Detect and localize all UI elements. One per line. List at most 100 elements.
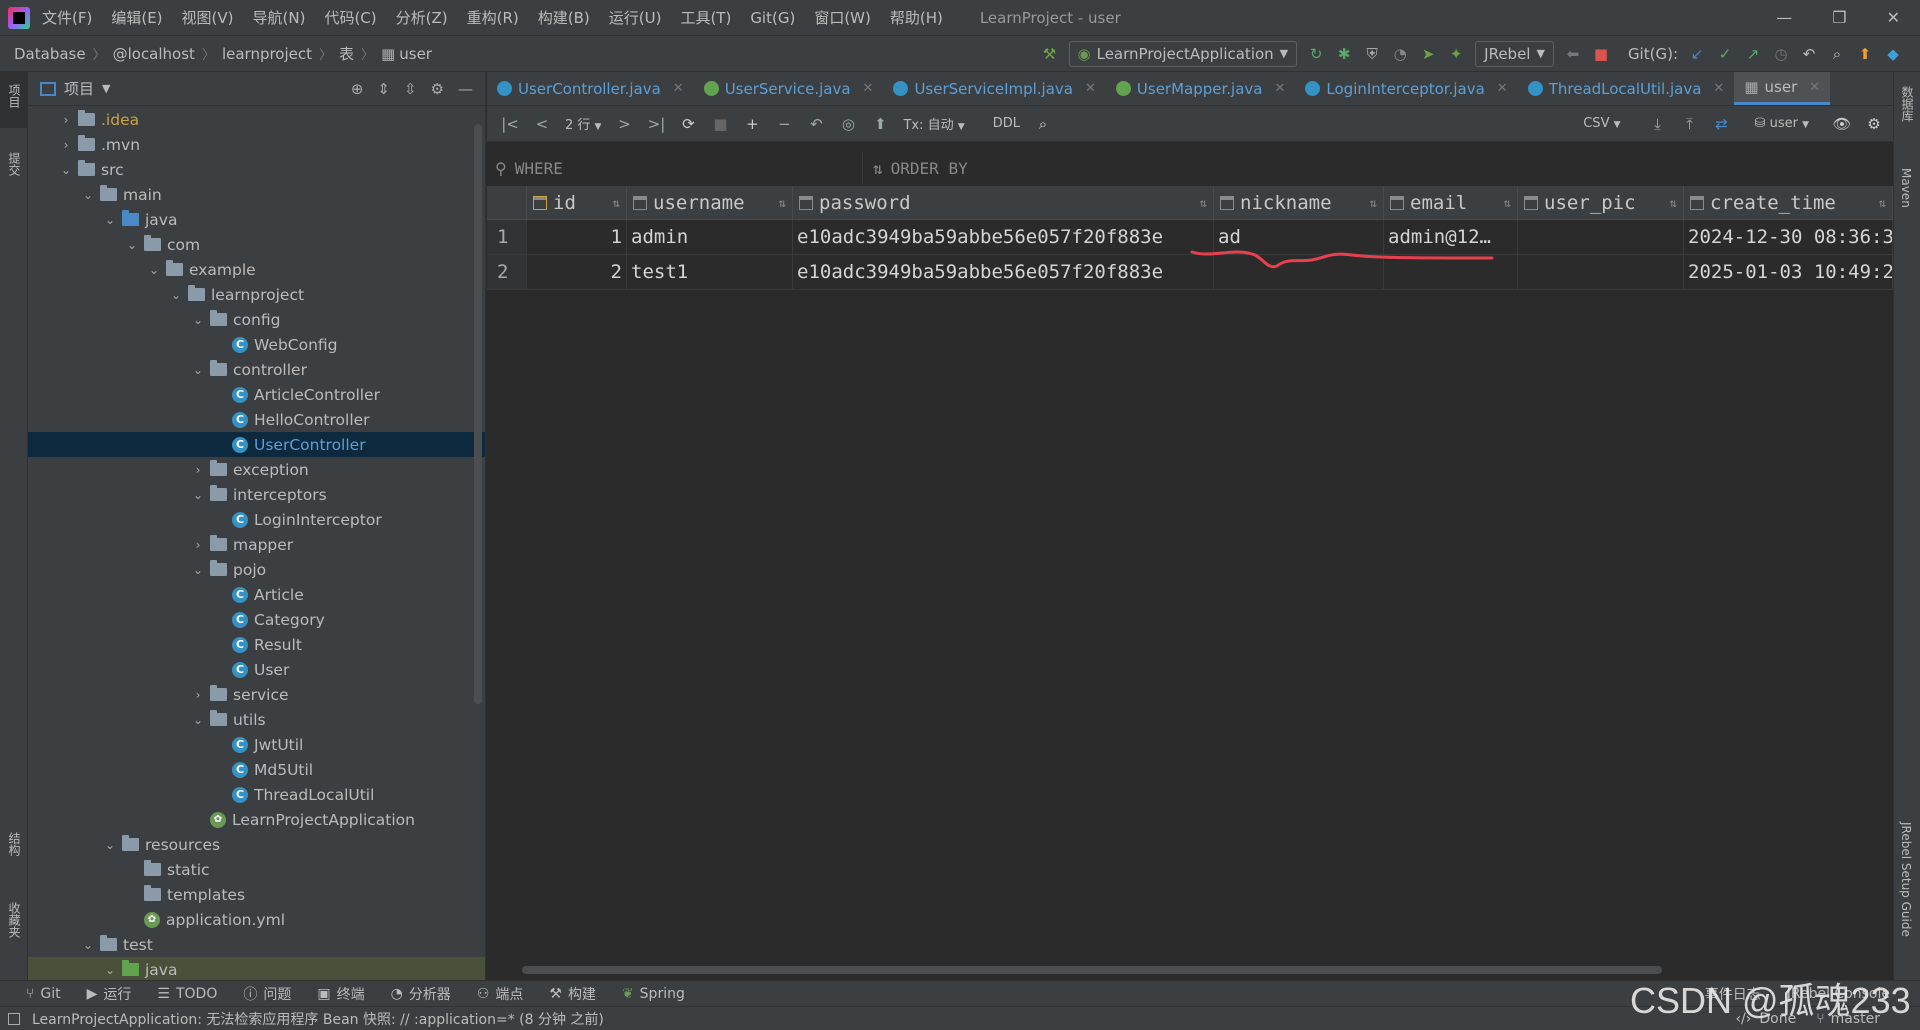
- cell-password[interactable]: e10adc3949ba59abbe56e057f20f883e: [793, 220, 1214, 254]
- breadcrumb-database[interactable]: Database: [14, 45, 86, 63]
- tab-user[interactable]: ▦ user ✕: [1734, 72, 1831, 105]
- profiler-icon[interactable]: ◔: [1391, 45, 1409, 63]
- chevron-down-icon[interactable]: ⌄: [190, 563, 206, 577]
- submit-icon[interactable]: ⬆: [871, 115, 889, 133]
- run-config-select[interactable]: ◉ LearnProjectApplication ▼: [1068, 40, 1298, 67]
- endpoints-tool-button[interactable]: ⚇ 端点: [477, 984, 524, 1004]
- chevron-down-icon[interactable]: ⌄: [190, 713, 206, 727]
- chevron-down-icon[interactable]: ⌄: [190, 363, 206, 377]
- git-push-icon[interactable]: ↗: [1744, 45, 1762, 63]
- close-tab-icon[interactable]: ✕: [673, 81, 684, 96]
- sort-icon[interactable]: ⇅: [779, 196, 786, 210]
- structure-tool-label[interactable]: 结构: [6, 832, 23, 856]
- tree-node-logininterceptor[interactable]: C LoginInterceptor: [28, 507, 485, 532]
- tree-node-result[interactable]: C Result: [28, 632, 485, 657]
- menu-navigate[interactable]: 导航(N): [253, 7, 306, 28]
- table-row[interactable]: 2 2 test1 e10adc3949ba59abbe56e057f20f883e 2…: [487, 255, 1893, 290]
- tree-node-test[interactable]: ⌄ test: [28, 932, 485, 957]
- git-tool-button[interactable]: ⑂ Git: [26, 986, 61, 1002]
- search-icon[interactable]: ⌕: [1828, 45, 1846, 63]
- menu-refactor[interactable]: 重构(R): [467, 7, 519, 28]
- git-commit-icon[interactable]: ✓: [1716, 45, 1734, 63]
- commit-tool-label[interactable]: 提交: [6, 152, 23, 176]
- close-tab-icon[interactable]: ✕: [1497, 81, 1508, 96]
- debug-icon[interactable]: ✱: [1335, 45, 1353, 63]
- tree-node-mapper[interactable]: › mapper: [28, 532, 485, 557]
- tree-node-usercontroller[interactable]: C UserController: [28, 432, 485, 457]
- cell-id[interactable]: 2: [527, 255, 627, 289]
- plugin-icon[interactable]: ◆: [1884, 45, 1902, 63]
- hide-icon[interactable]: —: [458, 80, 473, 98]
- cell-create-time[interactable]: 2025-01-03 10:49:22: [1684, 255, 1893, 289]
- project-panel-title[interactable]: 项目: [64, 78, 94, 99]
- cell-create-time[interactable]: 2024-12-30 08:36:37: [1684, 220, 1893, 254]
- tree-node-md5util[interactable]: C Md5Util: [28, 757, 485, 782]
- expand-all-icon[interactable]: ⇕: [377, 80, 390, 98]
- spring-tool-button[interactable]: ❦ Spring: [622, 986, 685, 1002]
- previous-page-icon[interactable]: <: [533, 115, 551, 133]
- row-count-select[interactable]: 2 行 ▼: [565, 114, 601, 133]
- order-by-filter[interactable]: ⇅ ORDER BY: [863, 152, 968, 184]
- tree-node-main[interactable]: ⌄ main: [28, 182, 485, 207]
- sort-icon[interactable]: ⇅: [1670, 196, 1677, 210]
- transaction-mode-select[interactable]: Tx: 自动 ▼: [903, 114, 964, 133]
- tab-userserviceimpl-java[interactable]: UserServiceImpl.java ✕: [883, 72, 1105, 105]
- locate-icon[interactable]: ⊕: [351, 80, 364, 98]
- rerun-icon[interactable]: ↻: [1307, 45, 1325, 63]
- sort-icon[interactable]: ⇅: [1504, 196, 1511, 210]
- menu-window[interactable]: 窗口(W): [814, 7, 871, 28]
- close-tab-icon[interactable]: ✕: [1713, 81, 1724, 96]
- eye-icon[interactable]: 👁: [1832, 115, 1851, 133]
- update-icon[interactable]: ⬆: [1856, 45, 1874, 63]
- close-tab-icon[interactable]: ✕: [1809, 80, 1820, 95]
- tree-node-learnprojectapplication[interactable]: ✿ LearnProjectApplication: [28, 807, 485, 832]
- grid-horizontal-scrollbar[interactable]: [522, 966, 1662, 974]
- cell-user-pic[interactable]: [1518, 220, 1684, 254]
- close-tab-icon[interactable]: ✕: [863, 81, 874, 96]
- tree-node-controller[interactable]: ⌄ controller: [28, 357, 485, 382]
- chevron-down-icon[interactable]: ⌄: [190, 488, 206, 502]
- tree-node-webconfig[interactable]: C WebConfig: [28, 332, 485, 357]
- problems-tool-button[interactable]: ⓘ 问题: [243, 984, 291, 1004]
- tree-node-com[interactable]: ⌄ com: [28, 232, 485, 257]
- tree-node-jwtutil[interactable]: C JwtUtil: [28, 732, 485, 757]
- chevron-down-icon[interactable]: ⌄: [102, 213, 118, 227]
- sort-icon[interactable]: ⇅: [1200, 196, 1207, 210]
- chevron-down-icon[interactable]: ⌄: [58, 163, 74, 177]
- column-header-create-time[interactable]: create_time ⇅: [1684, 186, 1893, 219]
- menu-run[interactable]: 运行(U): [609, 7, 662, 28]
- tree-node-learnproject[interactable]: ⌄ learnproject: [28, 282, 485, 307]
- tab-threadlocalutil-java[interactable]: ThreadLocalUtil.java ✕: [1518, 72, 1735, 105]
- jrebel-debug-icon[interactable]: ✦: [1447, 45, 1465, 63]
- tree-node-article[interactable]: C Article: [28, 582, 485, 607]
- tree-node-category[interactable]: C Category: [28, 607, 485, 632]
- chevron-down-icon[interactable]: ⌄: [146, 263, 162, 277]
- column-header-id[interactable]: id ⇅: [527, 186, 627, 219]
- jrebel-run-icon[interactable]: ➤: [1419, 45, 1437, 63]
- download-icon[interactable]: ⤓: [1649, 115, 1667, 133]
- chevron-down-icon[interactable]: ▼: [102, 82, 110, 95]
- tree-node-user[interactable]: C User: [28, 657, 485, 682]
- menu-help[interactable]: 帮助(H): [890, 7, 943, 28]
- chevron-down-icon[interactable]: ⌄: [190, 313, 206, 327]
- tab-usermapper-java[interactable]: UserMapper.java ✕: [1106, 72, 1296, 105]
- gear-icon[interactable]: ⚙: [1865, 115, 1883, 133]
- tab-userservice-java[interactable]: UserService.java ✕: [694, 72, 884, 105]
- chevron-down-icon[interactable]: ⌄: [102, 963, 118, 977]
- tree-node-java[interactable]: ⌄ java: [28, 957, 485, 982]
- close-tab-icon[interactable]: ✕: [1275, 81, 1286, 96]
- history-icon[interactable]: ◷: [1772, 45, 1790, 63]
- tree-node--mvn[interactable]: › .mvn: [28, 132, 485, 157]
- table-row[interactable]: 1 1 admin e10adc3949ba59abbe56e057f20f883e a…: [487, 220, 1893, 255]
- jrebel-select[interactable]: JRebel ▼: [1475, 40, 1554, 67]
- chevron-right-icon[interactable]: ›: [58, 113, 74, 127]
- restore-icon[interactable]: ❐: [1832, 8, 1846, 27]
- rollback-icon[interactable]: ↶: [1800, 45, 1818, 63]
- close-icon[interactable]: ✕: [1887, 8, 1900, 27]
- schema-select[interactable]: ⛁ user ▼: [1755, 116, 1809, 131]
- project-scrollbar[interactable]: [474, 124, 482, 704]
- tree-node-templates[interactable]: templates: [28, 882, 485, 907]
- cell-user-pic[interactable]: [1518, 255, 1684, 289]
- menu-analyze[interactable]: 分析(Z): [396, 7, 448, 28]
- cell-username[interactable]: test1: [627, 255, 793, 289]
